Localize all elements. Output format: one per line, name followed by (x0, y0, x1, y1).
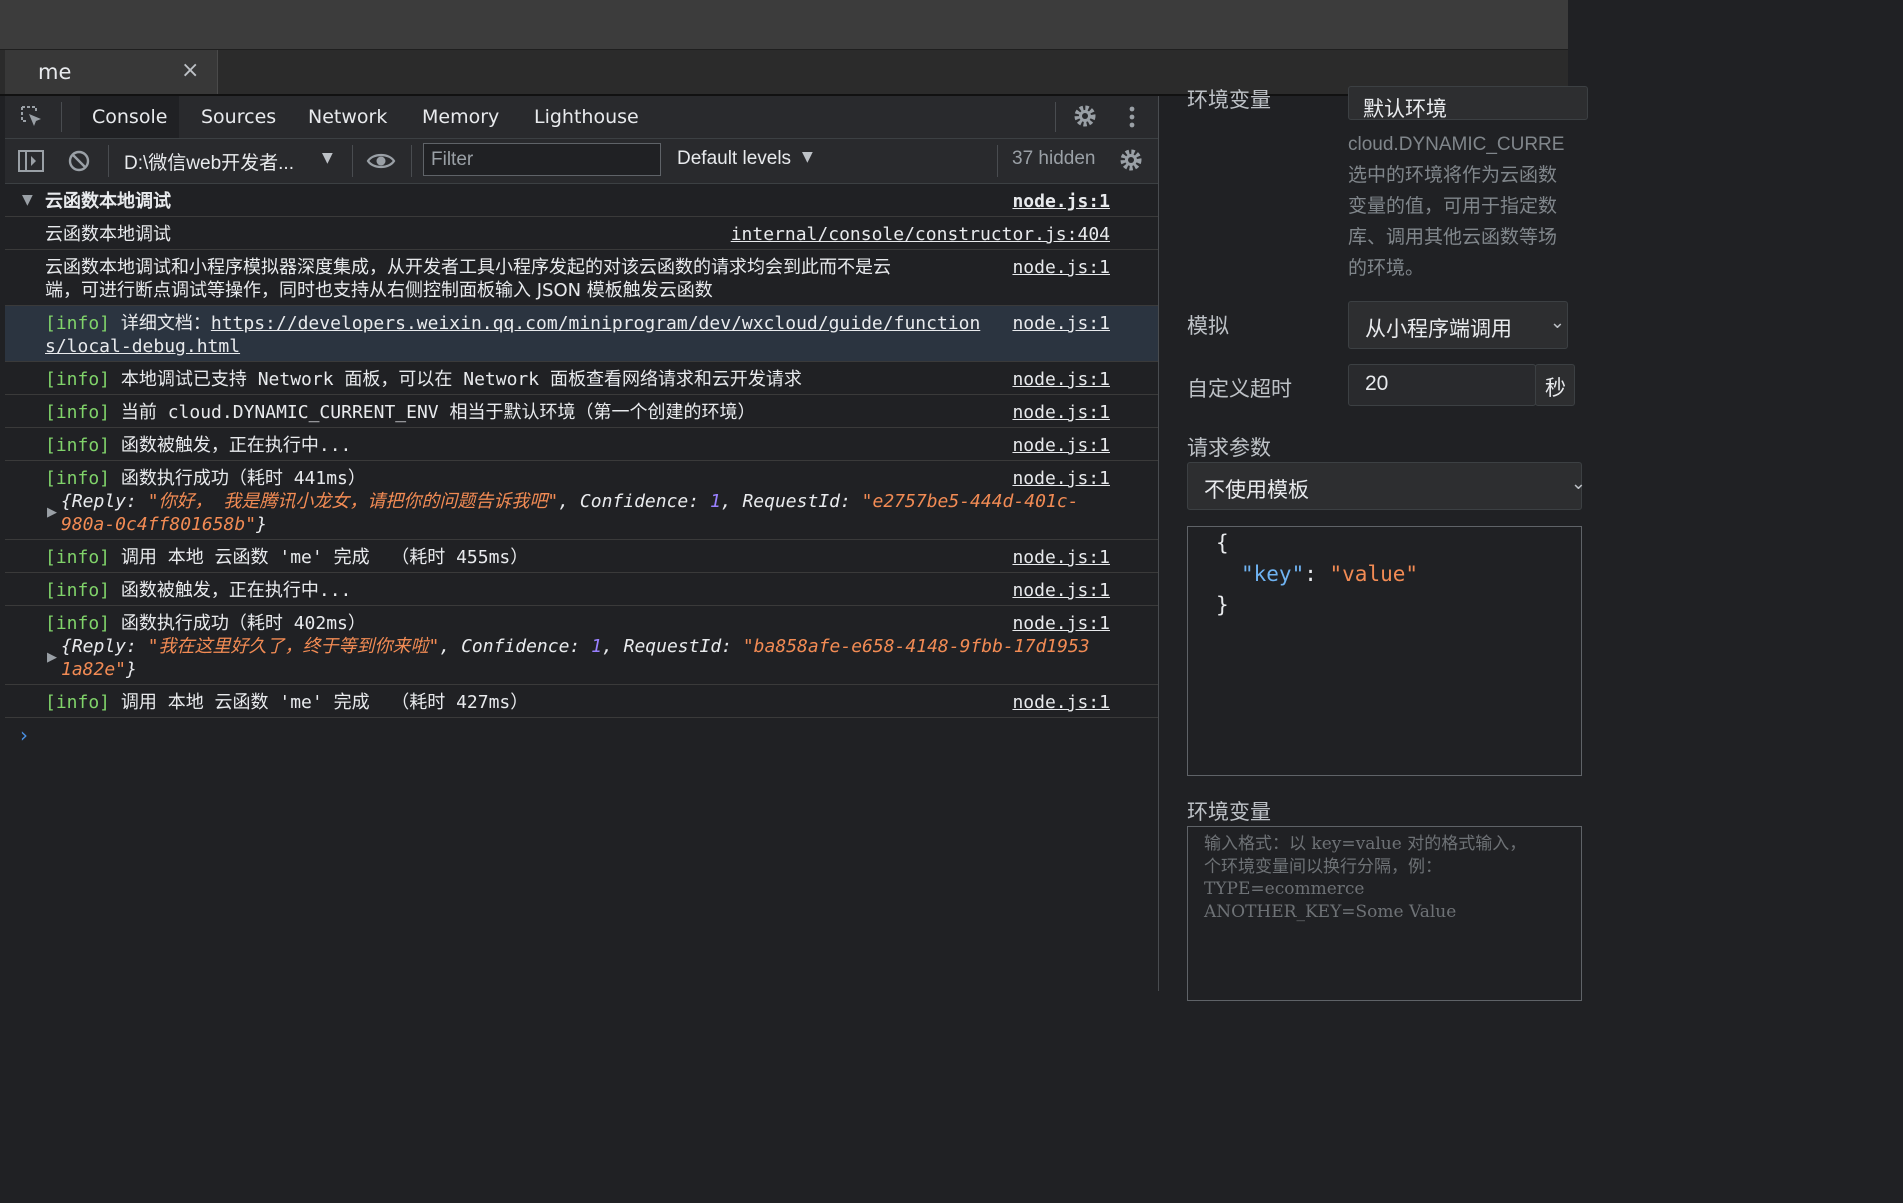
tab-title: me (38, 60, 72, 84)
console-settings-gear-icon[interactable] (1118, 147, 1144, 177)
log-message: [info] 当前 cloud.DYNAMIC_CURRENT_ENV 相当于默… (45, 402, 756, 423)
expand-triangle-icon[interactable]: ▶ (47, 650, 57, 665)
source-link[interactable]: node.js:1 (1012, 467, 1110, 490)
tab-memory[interactable]: Memory (410, 96, 511, 138)
chevron-down-icon[interactable]: ▼ (322, 150, 333, 166)
mock-select[interactable]: 从小程序端调用 ⌄ (1348, 301, 1568, 349)
divider (352, 145, 353, 177)
tab-me[interactable]: me × (5, 50, 218, 94)
object-preview[interactable]: {Reply: "你好， 我是腾讯小龙女，请把你的问题告诉我吧", Confid… (61, 490, 1131, 536)
env-label: 环境变量 (1187, 89, 1271, 112)
log-message: [info] 调用 本地 云函数 'me' 完成 （耗时 455ms） (45, 547, 529, 568)
log-message: [info] 调用 本地 云函数 'me' 完成 （耗时 427ms） (45, 692, 529, 713)
chevron-down-icon[interactable]: ▼ (802, 149, 813, 165)
log-row: [info] 调用 本地 云函数 'me' 完成 （耗时 427ms） node… (5, 685, 1158, 718)
source-link[interactable]: node.js:1 (1012, 579, 1110, 602)
group-title: 云函数本地调试 (45, 191, 171, 212)
log-message: [info] 函数被触发，正在执行中... (45, 435, 352, 456)
tab-network[interactable]: Network (296, 96, 399, 138)
timeout-label: 自定义超时 (1187, 378, 1292, 401)
log-message: [info] 函数执行成功（耗时 441ms） (45, 468, 366, 489)
mock-label: 模拟 (1187, 315, 1229, 338)
object-preview[interactable]: {Reply: "我在这里好久了，终于等到你来啦", Confidence: 1… (61, 635, 1131, 681)
log-message: 云函数本地调试和小程序模拟器深度集成，从开发者工具小程序发起的对该云函数的请求均… (45, 257, 891, 301)
env-select[interactable]: 默认环境 (1348, 86, 1588, 121)
source-link[interactable]: internal/console/constructor.js:404 (731, 223, 1110, 246)
tab-sources[interactable]: Sources (189, 96, 288, 138)
env-vars-textarea[interactable]: 输入格式：以 key=value 对的格式输入， 个环境变量间以换行分隔，例： … (1187, 826, 1582, 1001)
mock-select-value: 从小程序端调用 (1365, 318, 1512, 341)
log-row: [info] 函数执行成功（耗时 402ms） node.js:1 ▶ {Rep… (5, 606, 1158, 685)
source-link[interactable]: node.js:1 (1012, 612, 1110, 635)
log-row: [info] 函数被触发，正在执行中... node.js:1 (5, 428, 1158, 461)
log-row: 云函数本地调试 internal/console/constructor.js:… (5, 217, 1158, 250)
source-link[interactable]: node.js:1 (1012, 546, 1110, 569)
log-row: [info] 函数被触发，正在执行中... node.js:1 (5, 573, 1158, 606)
divider (411, 145, 412, 177)
source-link[interactable]: node.js:1 (1012, 190, 1110, 213)
settings-gear-icon[interactable] (1072, 103, 1098, 133)
close-icon[interactable]: × (181, 58, 199, 83)
tab-console[interactable]: Console (80, 96, 180, 138)
params-label: 请求参数 (1187, 437, 1271, 460)
log-row: 云函数本地调试和小程序模拟器深度集成，从开发者工具小程序发起的对该云函数的请求均… (5, 250, 1158, 306)
divider (1055, 102, 1056, 132)
env-select-value: 默认环境 (1363, 98, 1447, 121)
tab-lighthouse[interactable]: Lighthouse (522, 96, 651, 138)
log-row: [info] 当前 cloud.DYNAMIC_CURRENT_ENV 相当于默… (5, 395, 1158, 428)
log-message: [info] 函数被触发，正在执行中... (45, 580, 352, 601)
console-log: ▼ 云函数本地调试 node.js:1 云函数本地调试 internal/con… (5, 184, 1158, 718)
json-line: "key": "value" (1241, 562, 1419, 586)
log-message: [info] 详细文档：https://developers.weixin.qq… (45, 313, 981, 357)
log-row: [info] 函数执行成功（耗时 441ms） node.js:1 ▶ {Rep… (5, 461, 1158, 540)
chevron-down-icon: ⌄ (1570, 473, 1586, 493)
clear-console-icon[interactable] (67, 149, 91, 177)
request-json-editor[interactable]: { "key": "value" } (1187, 526, 1582, 776)
chevron-down-icon: ⌄ (1549, 312, 1565, 332)
context-selector[interactable]: D:\微信web开发者... (124, 148, 294, 175)
devtools-panel: Console Sources Network Memory Lighthous… (5, 96, 1159, 991)
divider (997, 145, 998, 177)
source-link[interactable]: node.js:1 (1012, 256, 1110, 279)
hidden-count: 37 hidden (1012, 148, 1096, 169)
log-row: [info] 详细文档：https://developers.weixin.qq… (5, 306, 1158, 362)
group-expanded-triangle-icon[interactable]: ▼ (22, 192, 33, 208)
log-row: [info] 本地调试已支持 Network 面板，可以在 Network 面板… (5, 362, 1158, 395)
inspect-element-icon[interactable] (19, 104, 45, 134)
console-toolbar: D:\微信web开发者... ▼ Default levels ▼ 37 hid… (5, 139, 1158, 184)
source-link[interactable]: node.js:1 (1012, 691, 1110, 714)
more-options-icon[interactable] (1125, 105, 1139, 135)
filter-input[interactable] (423, 143, 661, 176)
source-link[interactable]: node.js:1 (1012, 401, 1110, 424)
docs-link[interactable]: s/local-debug.html (45, 336, 240, 357)
console-prompt-icon[interactable]: › (20, 723, 28, 747)
env-vars-label: 环境变量 (1187, 801, 1271, 824)
sidebar-toggle-icon[interactable] (18, 149, 44, 177)
expand-triangle-icon[interactable]: ▶ (47, 505, 57, 520)
source-link[interactable]: node.js:1 (1012, 434, 1110, 457)
divider (61, 102, 62, 132)
timeout-input[interactable]: 20 (1348, 364, 1536, 406)
timeout-unit: 秒 (1535, 364, 1575, 406)
devtools-tab-bar: Console Sources Network Memory Lighthous… (5, 96, 1158, 139)
divider (108, 145, 109, 177)
log-message: [info] 函数执行成功（耗时 402ms） (45, 613, 366, 634)
live-expression-eye-icon[interactable] (366, 151, 396, 175)
docs-link[interactable]: https://developers.weixin.qq.com/minipro… (211, 313, 980, 334)
log-levels-dropdown[interactable]: Default levels (677, 148, 791, 170)
log-row: [info] 调用 本地 云函数 'me' 完成 （耗时 455ms） node… (5, 540, 1158, 573)
params-template-select[interactable]: 不使用模板 ⌄ (1187, 462, 1586, 510)
console-group-header[interactable]: ▼ 云函数本地调试 node.js:1 (5, 184, 1158, 217)
source-link[interactable]: node.js:1 (1012, 368, 1110, 391)
params-template-value: 不使用模板 (1204, 479, 1309, 502)
cloud-function-debug-panel: 环境变量 默认环境 cloud.DYNAMIC_CURRE 选中的环境将作为云函… (1160, 86, 1588, 1001)
editor-tab-strip (0, 50, 1568, 96)
source-link[interactable]: node.js:1 (1012, 312, 1110, 335)
env-description: cloud.DYNAMIC_CURRE 选中的环境将作为云函数 变量的值，可用于… (1348, 134, 1565, 279)
log-message: [info] 本地调试已支持 Network 面板，可以在 Network 面板… (45, 369, 802, 390)
window-titlebar (0, 0, 1568, 50)
